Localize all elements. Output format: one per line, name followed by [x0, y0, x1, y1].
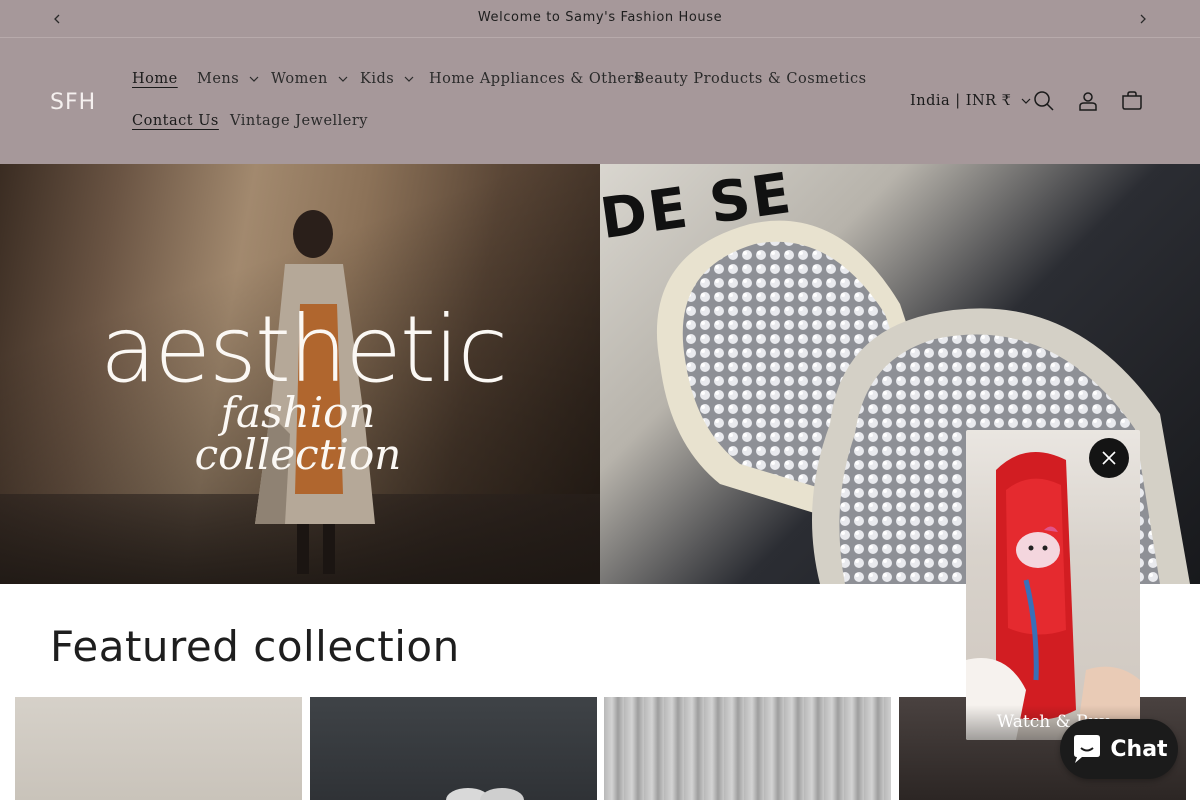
nav-home-appliances-label: Home Appliances & Others — [429, 71, 642, 87]
chat-label: Chat — [1110, 736, 1168, 762]
chevron-down-icon — [249, 76, 259, 82]
announcement-next-button[interactable] — [1133, 9, 1153, 29]
product-image — [446, 788, 524, 800]
announcement-message: Welcome to Samy's Fashion House — [477, 10, 723, 25]
nav-women-label: Women — [271, 71, 328, 87]
chevron-right-icon — [1140, 14, 1146, 24]
nav-kids[interactable]: Kids — [360, 68, 414, 90]
search-button[interactable] — [1031, 88, 1057, 114]
product-card[interactable] — [604, 697, 891, 800]
hero-left-image[interactable]: aesthetic fashion collection — [0, 164, 600, 584]
nav-contact-us-label: Contact Us — [132, 113, 219, 129]
account-button[interactable] — [1075, 88, 1101, 114]
hero-brand-text: aesthetic — [99, 296, 508, 403]
cart-icon — [1122, 91, 1142, 110]
hero-brand-subtitle: fashion collection — [194, 388, 402, 479]
locale-selector[interactable]: India | INR ₹ — [910, 90, 1031, 112]
video-close-button[interactable] — [1089, 438, 1129, 478]
search-icon — [1034, 91, 1054, 111]
cart-button[interactable] — [1119, 88, 1145, 114]
featured-collection-title: Featured collection — [50, 622, 460, 671]
nav-kids-label: Kids — [360, 71, 395, 87]
locale-label: India | INR ₹ — [910, 93, 1012, 109]
nav-home[interactable]: Home — [132, 68, 178, 90]
nav-beauty-products-label: Beauty Products & Cosmetics — [634, 71, 867, 87]
chat-button[interactable]: Chat — [1060, 719, 1178, 779]
site-header: SFH Home Mens Women Kids Home Appliances… — [0, 38, 1200, 164]
nav-home-appliances[interactable]: Home Appliances & Others — [429, 68, 642, 90]
product-card[interactable] — [15, 697, 302, 800]
account-icon — [1079, 92, 1097, 111]
chevron-down-icon — [1021, 98, 1031, 104]
chevron-down-icon — [338, 76, 348, 82]
chevron-down-icon — [404, 76, 414, 82]
site-logo[interactable]: SFH — [50, 90, 96, 115]
nav-beauty-products[interactable]: Beauty Products & Cosmetics — [634, 68, 867, 90]
nav-vintage-jewellery[interactable]: Vintage Jewellery — [230, 110, 368, 132]
nav-vintage-jewellery-label: Vintage Jewellery — [230, 113, 369, 129]
close-icon — [1102, 451, 1116, 465]
nav-mens[interactable]: Mens — [197, 68, 259, 90]
nav-mens-label: Mens — [197, 71, 240, 87]
nav-women[interactable]: Women — [271, 68, 348, 90]
announcement-bar: Welcome to Samy's Fashion House — [0, 0, 1200, 38]
nav-home-label: Home — [132, 71, 178, 87]
nav-contact-us[interactable]: Contact Us — [132, 110, 219, 132]
product-card[interactable] — [310, 697, 597, 800]
chat-bubble-icon — [1074, 735, 1101, 763]
